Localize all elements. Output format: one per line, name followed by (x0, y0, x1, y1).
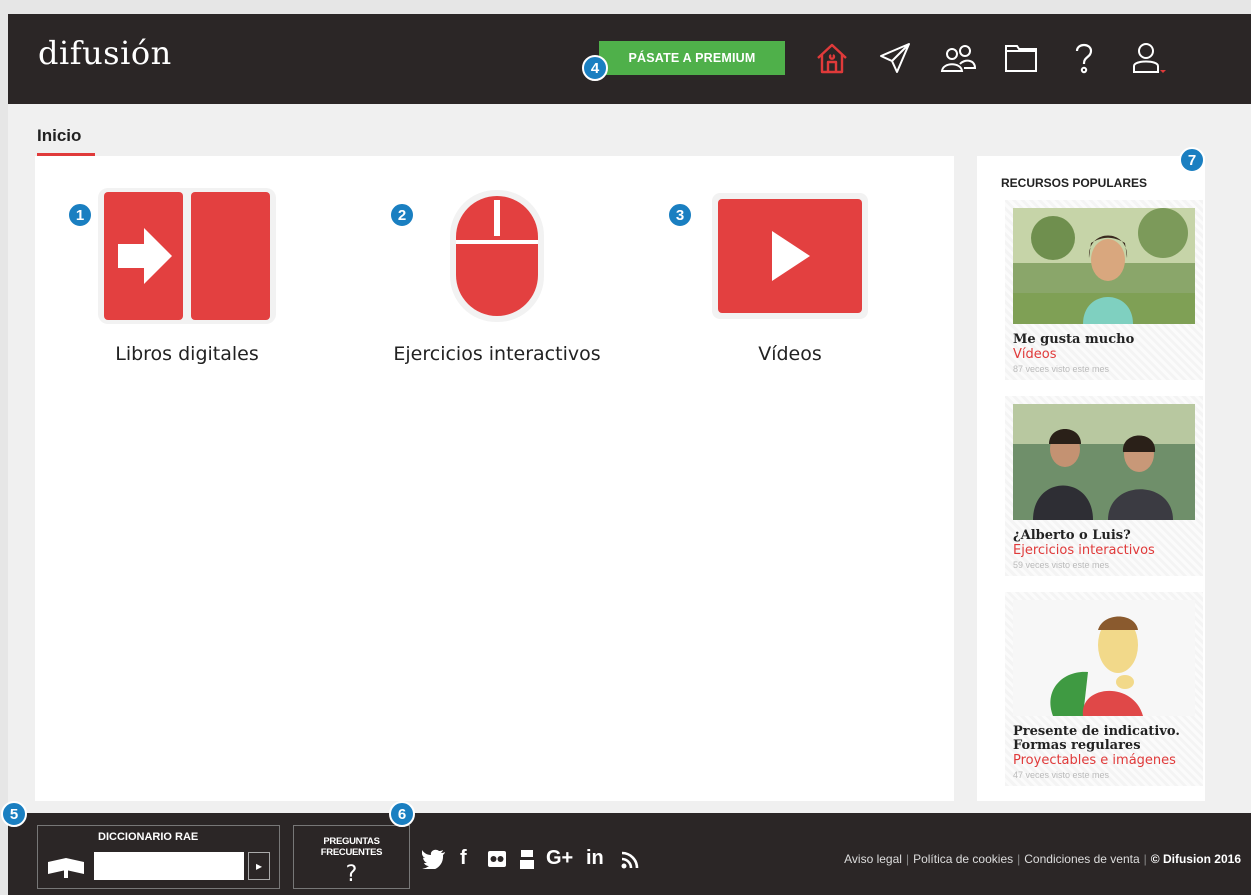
linkedin-icon[interactable]: in (586, 847, 604, 870)
resource-card[interactable]: Presente de indicativo. Formas regulares… (1005, 592, 1203, 786)
resource-category: Ejercicios interactivos (1013, 543, 1155, 558)
badge-3: 3 (667, 202, 693, 228)
dictionary-widget: DICCIONARIO RAE ▸ (37, 825, 280, 889)
separator: | (1017, 852, 1021, 866)
tile-libros-digitales[interactable]: Libros digitales (72, 186, 302, 365)
resource-views: 87 veces visto este mes (1013, 364, 1110, 374)
legal-link-condiciones[interactable]: Condiciones de venta (1024, 852, 1139, 866)
logo[interactable]: difusión (38, 34, 172, 72)
folder-icon[interactable] (1001, 38, 1041, 78)
dictionary-title: DICCIONARIO RAE (98, 831, 199, 843)
app-frame: difusión PÁSATE A PREMIUM Inicio Libros … (8, 14, 1251, 895)
facebook-icon[interactable]: f (460, 847, 467, 870)
resource-title: Me gusta mucho (1013, 332, 1135, 347)
separator: | (905, 852, 910, 866)
separator: | (1143, 852, 1147, 866)
sidebar-title: RECURSOS POPULARES (1001, 176, 1148, 190)
rss-icon[interactable] (621, 851, 639, 869)
copyright: © Difusion 2016 (1150, 852, 1241, 866)
faq-title: PREGUNTAS FRECUENTES (320, 836, 383, 858)
book-arrow-icon (98, 188, 276, 324)
badge-4: 4 (582, 55, 608, 81)
dictionary-search-button[interactable]: ▸ (248, 852, 270, 880)
resource-category: Vídeos (1013, 347, 1057, 362)
top-bar: difusión PÁSATE A PREMIUM (8, 14, 1251, 104)
badge-2: 2 (389, 202, 415, 228)
tile-label: Ejercicios interactivos (393, 343, 601, 365)
resource-title: Presente de indicativo. Formas regulares (1013, 724, 1180, 753)
resource-views: 59 veces visto este mes (1013, 560, 1110, 570)
tile-label: Libros digitales (115, 343, 259, 365)
footer: DICCIONARIO RAE ▸ PREGUNTAS FRECUENTES ?… (8, 813, 1251, 895)
tile-ejercicios-interactivos[interactable]: Ejercicios interactivos (382, 186, 612, 365)
flickr-icon[interactable] (488, 851, 506, 867)
faq-button[interactable]: PREGUNTAS FRECUENTES ? (293, 825, 410, 889)
youtube-icon[interactable] (519, 849, 535, 871)
mouse-icon (450, 190, 544, 322)
badge-7: 7 (1179, 147, 1205, 173)
tile-label: Vídeos (758, 343, 822, 365)
breadcrumb[interactable]: Inicio (37, 126, 81, 146)
users-icon[interactable] (938, 38, 978, 78)
dictionary-search-input[interactable] (94, 852, 244, 880)
googleplus-icon[interactable]: G+ (546, 847, 573, 870)
resource-views: 47 veces visto este mes (1013, 770, 1110, 780)
tile-videos[interactable]: Vídeos (675, 186, 905, 365)
legal-links: Aviso legal | Política de cookies | Condicio… (844, 852, 1241, 866)
twitter-icon[interactable] (422, 849, 446, 869)
resource-thumbnail (1013, 404, 1195, 520)
resource-thumbnail (1013, 208, 1195, 324)
help-icon[interactable] (1064, 38, 1104, 78)
badge-1: 1 (67, 202, 93, 228)
book-icon (48, 858, 84, 878)
home-icon[interactable] (812, 38, 852, 78)
legal-link-aviso[interactable]: Aviso legal (844, 852, 902, 866)
resource-category: Proyectables e imágenes (1013, 753, 1176, 768)
resource-card[interactable]: Me gusta mucho Vídeos 87 veces visto est… (1005, 200, 1203, 380)
badge-6: 6 (389, 801, 415, 827)
resource-illustration (1013, 600, 1195, 716)
play-icon (712, 193, 868, 319)
badge-5: 5 (1, 801, 27, 827)
question-icon: ? (345, 862, 358, 887)
main-panel: Libros digitales Ejercicios interactivos (35, 156, 954, 801)
premium-button[interactable]: PÁSATE A PREMIUM (599, 41, 785, 75)
resource-title: ¿Alberto o Luis? (1013, 528, 1131, 543)
send-icon[interactable] (875, 38, 915, 78)
user-icon[interactable] (1128, 38, 1168, 78)
legal-link-cookies[interactable]: Política de cookies (913, 852, 1013, 866)
popular-resources-panel: RECURSOS POPULARES Me gusta mucho Vídeos… (977, 156, 1205, 801)
resource-card[interactable]: ¿Alberto o Luis? Ejercicios interactivos… (1005, 396, 1203, 576)
